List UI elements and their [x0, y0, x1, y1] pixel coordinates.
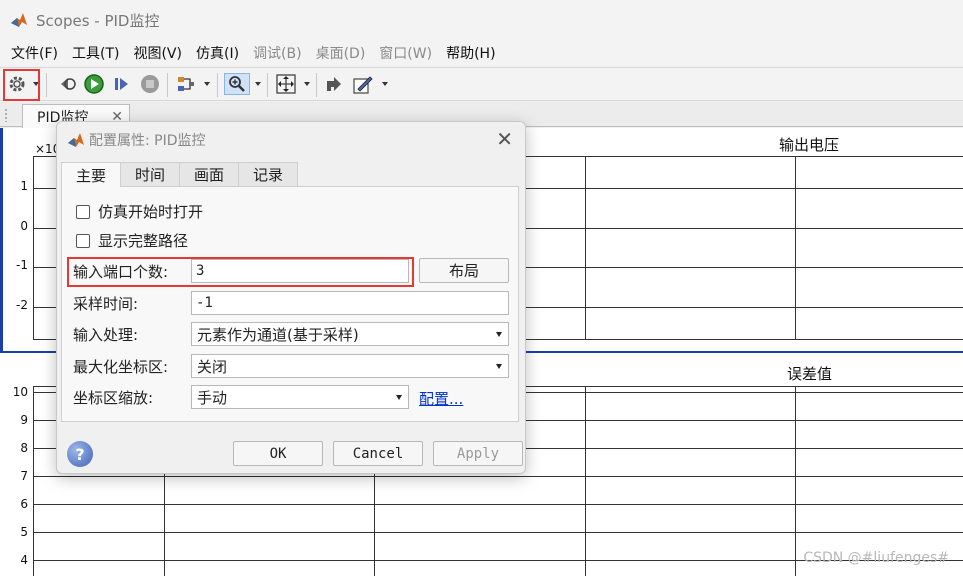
cancel-button[interactable]: Cancel — [333, 441, 423, 466]
dialog-title: 配置属性: PID监控 — [89, 133, 206, 149]
dialog-tabs: 主要 时间 画面 记录 — [61, 162, 299, 187]
tab-logging[interactable]: 记录 — [238, 162, 299, 186]
menu-window[interactable]: 窗口(W) — [372, 43, 439, 63]
sample-time-field[interactable]: -1 — [191, 291, 509, 315]
grid-vline — [795, 387, 796, 576]
grid-hline — [34, 504, 963, 505]
input-processing-label: 输入处理: — [73, 326, 139, 344]
y-tick-label: 1 — [20, 179, 28, 193]
select-value: 元素作为通道(基于采样) — [197, 325, 359, 344]
matlab-logo-icon — [11, 13, 27, 27]
checkbox-box[interactable] — [76, 204, 90, 219]
chevron-down-icon — [396, 395, 402, 400]
tab-display[interactable]: 画面 — [179, 162, 240, 186]
grid-hline — [34, 476, 963, 477]
autoscale-dropdown-icon[interactable] — [304, 82, 310, 86]
y-tick-label: 8 — [20, 441, 28, 455]
menu-debug[interactable]: 调试(B) — [246, 43, 309, 63]
toolbar-separator — [267, 73, 268, 97]
select-value: 关闭 — [197, 357, 228, 376]
y-tick-label: 0 — [20, 219, 28, 233]
y-tick-label: 9 — [20, 413, 28, 427]
style-icon[interactable] — [352, 73, 374, 95]
maximize-axes-label: 最大化坐标区: — [73, 358, 169, 376]
help-icon[interactable]: ? — [67, 441, 93, 467]
dialog-panel-main: 仿真开始时打开 显示完整路径 输入端口个数: 3 布局 采样时间: -1 输入处… — [61, 186, 519, 422]
y-tick-label: 5 — [20, 525, 28, 539]
checkbox-label: 仿真开始时打开 — [98, 203, 204, 221]
plot-title-error: 误差值 — [787, 365, 833, 383]
step-back-icon[interactable] — [56, 73, 78, 95]
configure-link[interactable]: 配置... — [419, 388, 463, 409]
sample-time-label: 采样时间: — [73, 295, 139, 313]
grip-handle[interactable] — [4, 108, 8, 122]
checkbox-show-full-path[interactable]: 显示完整路径 — [76, 230, 188, 251]
menu-view[interactable]: 视图(V) — [126, 43, 189, 63]
active-plot-frame-left — [0, 128, 3, 353]
chevron-down-icon — [496, 332, 502, 337]
menu-tools[interactable]: 工具(T) — [65, 43, 126, 63]
checkbox-box[interactable] — [76, 233, 90, 248]
input-ports-highlight-box — [67, 257, 414, 287]
menu-bar: 文件(F) 工具(T) 视图(V) 仿真(I) 调试(B) 桌面(D) 窗口(W… — [0, 40, 963, 66]
grid-hline — [34, 532, 963, 533]
tab-main[interactable]: 主要 — [61, 162, 122, 187]
tab-time[interactable]: 时间 — [120, 162, 181, 186]
layout-button[interactable]: 布局 — [419, 258, 509, 283]
chevron-down-icon — [496, 364, 502, 369]
autoscale-icon[interactable] — [275, 73, 297, 95]
signal-selector-icon[interactable] — [175, 73, 197, 95]
y-tick-label: 10 — [12, 385, 28, 399]
y-tick-label: 7 — [20, 469, 28, 483]
watermark: CSDN @#liufenges# — [803, 550, 949, 566]
matlab-logo-icon — [68, 133, 84, 147]
window-title: Scopes - PID监控 — [36, 11, 160, 30]
menu-desktop[interactable]: 桌面(D) — [309, 43, 373, 63]
dialog-title-bar[interactable]: 配置属性: PID监控 ✕ — [57, 122, 525, 158]
axes-scaling-label: 坐标区缩放: — [73, 389, 154, 407]
toolbar-separator — [217, 73, 218, 97]
y-tick-label: 6 — [20, 497, 28, 511]
menu-file[interactable]: 文件(F) — [4, 43, 65, 63]
toolbar-separator — [316, 73, 317, 97]
close-icon[interactable]: ✕ — [496, 128, 513, 150]
window-title-bar: Scopes - PID监控 — [0, 0, 963, 40]
highlight-block-icon[interactable] — [323, 73, 345, 95]
zoom-dropdown-icon[interactable] — [255, 82, 261, 86]
gear-highlight-box — [3, 69, 40, 101]
checkbox-label: 显示完整路径 — [98, 232, 189, 250]
zoom-in-icon[interactable] — [224, 73, 250, 95]
y-tick-label: -1 — [16, 258, 28, 272]
checkbox-open-at-start[interactable]: 仿真开始时打开 — [76, 201, 203, 222]
apply-button[interactable]: Apply — [433, 441, 523, 466]
select-value: 手动 — [197, 388, 228, 407]
axes-scaling-select[interactable]: 手动 — [191, 385, 409, 409]
run-icon[interactable] — [83, 73, 105, 95]
y-tick-label: 4 — [20, 553, 28, 567]
config-properties-dialog: 配置属性: PID监控 ✕ 主要 时间 画面 记录 仿真开始时打开 显示完整路径… — [56, 121, 526, 474]
toolbar-separator — [167, 73, 168, 97]
style-dropdown-icon[interactable] — [382, 82, 388, 86]
y-tick-label: -2 — [16, 298, 28, 312]
ok-button[interactable]: OK — [233, 441, 323, 466]
grid-vline — [585, 157, 586, 339]
grid-vline — [585, 387, 586, 576]
step-forward-icon[interactable] — [111, 73, 133, 95]
toolbar-separator — [46, 73, 47, 97]
menu-help[interactable]: 帮助(H) — [439, 43, 502, 63]
toolbar — [0, 67, 963, 101]
menu-simulation[interactable]: 仿真(I) — [189, 43, 246, 63]
grid-vline — [795, 157, 796, 339]
plot-title-output-voltage: 输出电压 — [779, 136, 840, 154]
signal-selector-dropdown-icon[interactable] — [204, 82, 210, 86]
input-processing-select[interactable]: 元素作为通道(基于采样) — [191, 322, 509, 346]
maximize-axes-select[interactable]: 关闭 — [191, 354, 509, 378]
stop-icon[interactable] — [139, 73, 161, 95]
